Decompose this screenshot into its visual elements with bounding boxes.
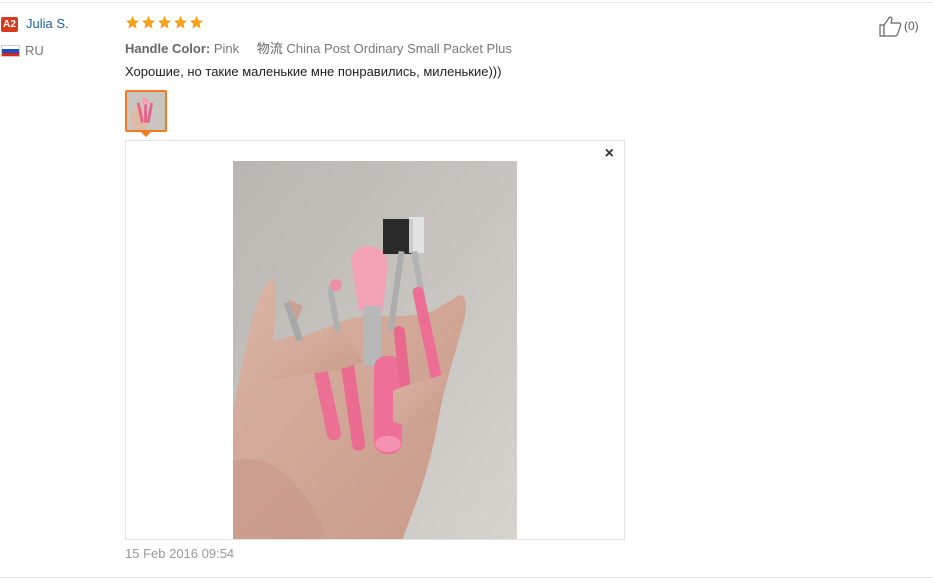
- order-attributes: Handle Color: Pink 物流 China Post Ordinar…: [125, 38, 512, 57]
- user-country: RU: [25, 43, 44, 58]
- star-icon: [157, 15, 172, 30]
- thumbnail-pointer: [140, 131, 152, 137]
- helpful-button[interactable]: (0): [878, 15, 919, 37]
- review-photo-image: [233, 161, 517, 539]
- divider-top: [0, 2, 933, 3]
- helpful-count: (0): [904, 19, 919, 33]
- photo-thumbnail[interactable]: [125, 90, 167, 132]
- attribute-label: Handle Color:: [125, 41, 211, 56]
- star-icon: [173, 15, 188, 30]
- thumbs-up-icon: [878, 15, 902, 37]
- shipping-value: China Post Ordinary Small Packet Plus: [286, 41, 512, 56]
- close-icon[interactable]: ×: [605, 145, 614, 163]
- star-rating: [125, 15, 204, 30]
- star-icon: [189, 15, 204, 30]
- star-icon: [141, 15, 156, 30]
- review-photo[interactable]: [233, 161, 517, 539]
- feedback-item: A2 Julia S. RU Handle Color: Pink 物流 Chi…: [0, 0, 933, 584]
- photo-viewer: ×: [125, 140, 625, 540]
- user-level-badge: A2: [1, 17, 18, 32]
- star-icon: [125, 15, 140, 30]
- review-date: 15 Feb 2016 09:54: [125, 546, 235, 561]
- review-text: Хорошие, но такие маленькие мне понравил…: [125, 64, 502, 79]
- attribute-value: Pink: [213, 41, 240, 56]
- flag-stripe-red: [2, 52, 19, 56]
- user-name-link[interactable]: Julia S.: [26, 16, 69, 31]
- divider-bottom: [0, 577, 933, 578]
- thumbnail-image: [127, 92, 165, 130]
- russia-flag-icon: [1, 45, 20, 57]
- shipping-label: 物流: [256, 41, 283, 56]
